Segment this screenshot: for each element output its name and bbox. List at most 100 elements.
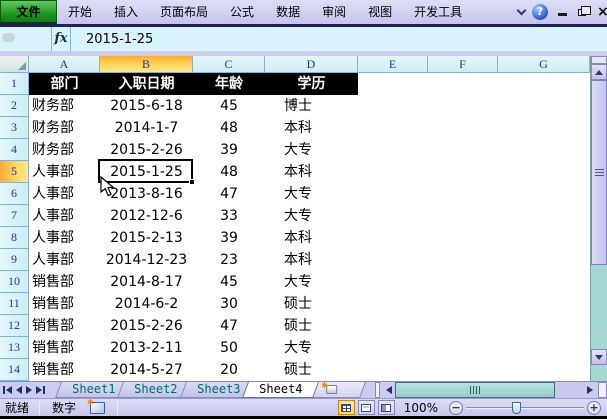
cell-A2[interactable]: 财务部 xyxy=(29,95,100,117)
cell-B8[interactable]: 2015-2-13 xyxy=(100,227,193,249)
cell-C13[interactable]: 50 xyxy=(193,337,265,359)
column-header-C[interactable]: C xyxy=(193,56,265,73)
cell-D11[interactable]: 硕士 xyxy=(265,293,358,315)
cell-C6[interactable]: 47 xyxy=(193,183,265,205)
cell-D1[interactable]: 学历 xyxy=(265,73,358,95)
cell-A12[interactable]: 销售部 xyxy=(29,315,100,337)
cell-D8[interactable]: 本科 xyxy=(265,227,358,249)
chevron-down-icon[interactable] xyxy=(516,5,527,15)
zoom-slider[interactable] xyxy=(466,401,584,415)
scroll-down-button[interactable] xyxy=(591,349,607,365)
cell-C9[interactable]: 23 xyxy=(193,249,265,271)
restore-button[interactable] xyxy=(576,5,591,19)
cell-D14[interactable]: 硕士 xyxy=(265,359,358,381)
cell-A10[interactable]: 销售部 xyxy=(29,271,100,293)
zoom-slider-thumb[interactable] xyxy=(512,401,521,414)
cell-D10[interactable]: 大专 xyxy=(265,271,358,293)
cell-B6[interactable]: 2013-8-16 xyxy=(100,183,193,205)
cell-D3[interactable]: 本科 xyxy=(265,117,358,139)
menu-item[interactable]: 插入 xyxy=(103,0,149,24)
cell-B3[interactable]: 2014-1-7 xyxy=(100,117,193,139)
cell-C7[interactable]: 33 xyxy=(193,205,265,227)
vertical-scrollbar[interactable] xyxy=(590,56,607,381)
cell-A5[interactable]: 人事部 xyxy=(29,161,100,183)
row-header-7[interactable]: 7 xyxy=(0,205,29,227)
cell-C5[interactable]: 48 xyxy=(193,161,265,183)
row-header-13[interactable]: 13 xyxy=(0,337,29,359)
cell-A13[interactable]: 销售部 xyxy=(29,337,100,359)
cell-B1[interactable]: 入职日期 xyxy=(100,73,193,95)
select-all-corner[interactable] xyxy=(0,56,29,73)
menu-item[interactable]: 公式 xyxy=(219,0,265,24)
page-break-view-button[interactable] xyxy=(377,400,395,415)
cell-B12[interactable]: 2015-2-26 xyxy=(100,315,193,337)
first-sheet-button[interactable] xyxy=(3,386,12,394)
row-header-4[interactable]: 4 xyxy=(0,139,29,161)
scroll-track[interactable] xyxy=(555,382,583,398)
cell-B11[interactable]: 2014-6-2 xyxy=(100,293,193,315)
scroll-left-button[interactable] xyxy=(382,382,395,398)
cell-B9[interactable]: 2014-12-23 xyxy=(100,249,193,271)
column-header-E[interactable]: E xyxy=(358,56,428,73)
cell-B2[interactable]: 2015-6-18 xyxy=(100,95,193,117)
fx-icon[interactable]: fx xyxy=(52,27,71,51)
scroll-up-button[interactable] xyxy=(591,64,607,80)
cell-A7[interactable]: 人事部 xyxy=(29,205,100,227)
tab-split-handle[interactable] xyxy=(375,382,380,398)
cell-D2[interactable]: 博士 xyxy=(265,95,358,117)
formula-input[interactable]: 2015-1-25 xyxy=(71,32,153,47)
cell-B7[interactable]: 2012-12-6 xyxy=(100,205,193,227)
cell-B4[interactable]: 2015-2-26 xyxy=(100,139,193,161)
cell-C2[interactable]: 45 xyxy=(193,95,265,117)
normal-view-button[interactable] xyxy=(337,400,355,415)
cell-A6[interactable]: 人事部 xyxy=(29,183,100,205)
sheet-tab[interactable]: Sheet4 xyxy=(242,382,320,398)
scrollbar-split-handle[interactable] xyxy=(598,382,607,398)
column-header-F[interactable]: F xyxy=(428,56,498,73)
close-button[interactable]: × xyxy=(597,1,607,23)
cell-C1[interactable]: 年龄 xyxy=(193,73,265,95)
cell-C10[interactable]: 45 xyxy=(193,271,265,293)
next-sheet-button[interactable] xyxy=(26,386,32,394)
zoom-out-button[interactable]: − xyxy=(449,400,463,415)
column-header-B[interactable]: B xyxy=(100,56,193,73)
last-sheet-button[interactable] xyxy=(36,386,45,394)
row-header-10[interactable]: 10 xyxy=(0,271,29,293)
cell-A1[interactable]: 部门 xyxy=(29,73,100,95)
scroll-track[interactable] xyxy=(591,265,607,349)
macro-record-icon[interactable] xyxy=(87,398,106,414)
row-header-9[interactable]: 9 xyxy=(0,249,29,271)
row-header-6[interactable]: 6 xyxy=(0,183,29,205)
cell-A11[interactable]: 销售部 xyxy=(29,293,100,315)
cell-C12[interactable]: 47 xyxy=(193,315,265,337)
menu-item[interactable]: 数据 xyxy=(265,0,311,24)
cell-B10[interactable]: 2014-8-17 xyxy=(100,271,193,293)
zoom-level[interactable]: 100% xyxy=(398,401,446,415)
cell-D9[interactable]: 本科 xyxy=(265,249,358,271)
column-header-G[interactable]: G xyxy=(498,56,590,73)
cell-A9[interactable]: 人事部 xyxy=(29,249,100,271)
menu-item[interactable]: 视图 xyxy=(357,0,403,24)
file-menu-button[interactable]: 文件 xyxy=(0,0,57,24)
cell-D7[interactable]: 大专 xyxy=(265,205,358,227)
cell-A8[interactable]: 人事部 xyxy=(29,227,100,249)
cell-A3[interactable]: 财务部 xyxy=(29,117,100,139)
row-header-3[interactable]: 3 xyxy=(0,117,29,139)
menu-item[interactable]: 开始 xyxy=(57,0,103,24)
cell-C3[interactable]: 48 xyxy=(193,117,265,139)
row-header-14[interactable]: 14 xyxy=(0,359,29,381)
cell-D13[interactable]: 大专 xyxy=(265,337,358,359)
menu-item[interactable]: 开发工具 xyxy=(403,0,473,24)
cell-B5[interactable]: 2015-1-25 xyxy=(100,161,193,183)
menu-item[interactable]: 审阅 xyxy=(311,0,357,24)
horizontal-scroll-thumb[interactable] xyxy=(395,382,555,398)
previous-sheet-button[interactable] xyxy=(16,386,22,394)
cell-D4[interactable]: 大专 xyxy=(265,139,358,161)
cell-A4[interactable]: 财务部 xyxy=(29,139,100,161)
row-header-12[interactable]: 12 xyxy=(0,315,29,337)
cell-D6[interactable]: 大专 xyxy=(265,183,358,205)
column-header-D[interactable]: D xyxy=(265,56,358,73)
cell-B13[interactable]: 2013-2-11 xyxy=(100,337,193,359)
row-header-1[interactable]: 1 xyxy=(0,73,29,95)
row-header-5[interactable]: 5 xyxy=(0,161,29,183)
